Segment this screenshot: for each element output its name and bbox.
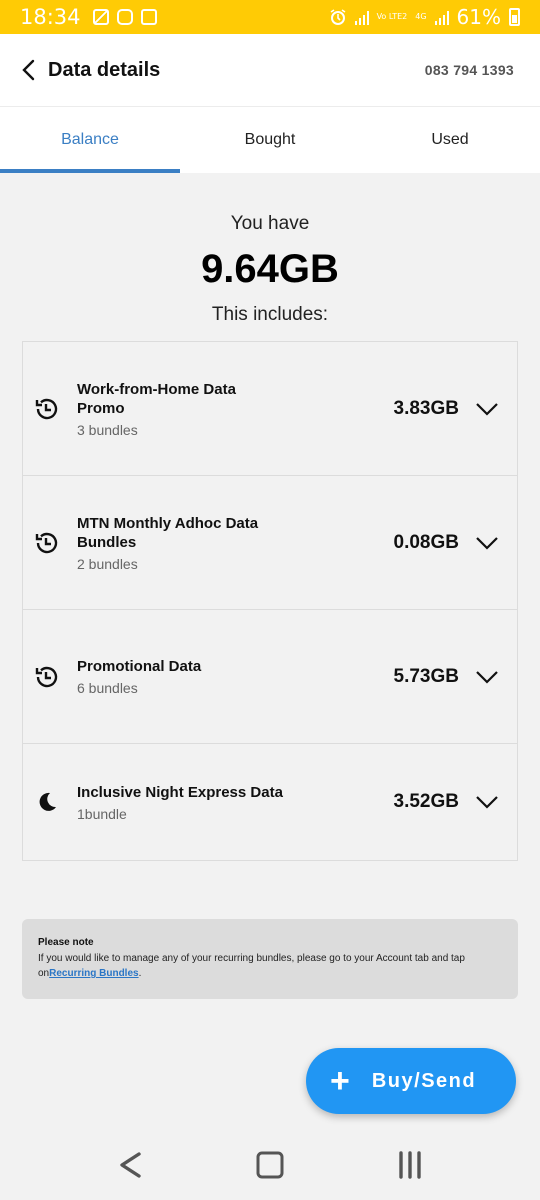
back-button[interactable] bbox=[18, 58, 38, 82]
bundle-row-mtn-monthly[interactable]: MTN Monthly Adhoc Data Bundles 2 bundles… bbox=[23, 476, 517, 610]
recurring-bundles-link[interactable]: Recurring Bundles bbox=[49, 968, 138, 979]
network-type: 4G bbox=[415, 12, 427, 21]
tab-bought[interactable]: Bought bbox=[180, 107, 360, 173]
total-balance: 9.64GB bbox=[201, 247, 339, 291]
bundle-text: Promotional Data 6 bundles bbox=[77, 657, 394, 696]
buy-send-label: Buy/Send bbox=[371, 1069, 477, 1092]
plus-icon: + bbox=[330, 1062, 350, 1100]
status-time: 18:34 bbox=[20, 5, 81, 29]
tab-balance[interactable]: Balance bbox=[0, 107, 180, 173]
you-have-label: You have bbox=[230, 213, 310, 234]
phone-number: 083 794 1393 bbox=[424, 62, 514, 78]
bundle-count: 1bundle bbox=[77, 805, 127, 822]
bundle-amount: 3.52GB bbox=[393, 791, 459, 812]
status-system-icons: Vo LTE2 4G 61% bbox=[329, 5, 520, 29]
note-title: Please note bbox=[38, 937, 94, 948]
status-notification-icons bbox=[92, 9, 157, 25]
clock-refresh-icon bbox=[33, 529, 61, 557]
chevron-left-icon bbox=[22, 59, 35, 81]
clock-refresh-icon bbox=[33, 395, 61, 423]
note-suffix: . bbox=[138, 968, 142, 979]
bundle-list: Work-from-Home Data Promo 3 bundles 3.83… bbox=[22, 341, 518, 861]
chevron-down-icon[interactable] bbox=[473, 399, 501, 419]
page-title: Data details bbox=[48, 58, 161, 81]
bundle-count: 6 bundles bbox=[77, 680, 138, 696]
clock-refresh-icon bbox=[33, 663, 61, 691]
battery-percent: 61% bbox=[456, 5, 501, 29]
gallery-icon bbox=[140, 9, 157, 25]
recurring-bundles-note: Please note If you would like to manage … bbox=[22, 919, 518, 999]
instagram-icon bbox=[116, 9, 133, 25]
battery-icon bbox=[509, 8, 520, 26]
bundle-row-night-express[interactable]: Inclusive Night Express Data 1bundle 3.5… bbox=[23, 744, 517, 860]
buy-send-button[interactable]: + Buy/Send bbox=[306, 1048, 516, 1114]
note-body: If you would like to manage any of your … bbox=[38, 951, 502, 981]
bundle-count: 3 bundles bbox=[77, 421, 138, 438]
nav-home-icon bbox=[256, 1151, 284, 1179]
bundle-text: Work-from-Home Data Promo 3 bundles bbox=[77, 380, 394, 438]
bundle-text: MTN Monthly Adhoc Data Bundles 2 bundles bbox=[77, 514, 394, 572]
nav-home-button[interactable] bbox=[250, 1145, 290, 1185]
bundle-row-promotional[interactable]: Promotional Data 6 bundles 5.73GB bbox=[23, 610, 517, 744]
nav-recents-icon bbox=[399, 1151, 421, 1179]
signal-icon-2 bbox=[434, 9, 449, 25]
bundle-name: MTN Monthly Adhoc Data Bundles bbox=[77, 514, 259, 551]
bundle-name: Work-from-Home Data Promo bbox=[77, 380, 236, 417]
bundle-name: Promotional Data bbox=[77, 658, 202, 675]
volte-label: Vo LTE2 bbox=[376, 12, 408, 21]
nav-recents-button[interactable] bbox=[390, 1145, 430, 1185]
bundle-name: Inclusive Night Express Data bbox=[77, 783, 283, 801]
tab-used[interactable]: Used bbox=[360, 107, 540, 173]
moon-icon bbox=[33, 788, 61, 816]
tab-bar: Balance Bought Used bbox=[0, 106, 540, 173]
bundle-amount: 5.73GB bbox=[393, 665, 459, 687]
no-sim-icon bbox=[92, 9, 109, 25]
chevron-down-icon[interactable] bbox=[473, 792, 501, 812]
app-header: Data details 083 794 1393 bbox=[0, 34, 540, 106]
nav-back-button[interactable] bbox=[110, 1145, 150, 1185]
includes-label: This includes: bbox=[211, 304, 329, 325]
bundle-amount: 0.08GB bbox=[393, 531, 459, 553]
signal-icon-1 bbox=[354, 9, 369, 25]
alarm-icon bbox=[330, 9, 346, 25]
system-nav-bar bbox=[0, 1130, 540, 1200]
chevron-down-icon[interactable] bbox=[473, 533, 501, 553]
bundle-amount: 3.83GB bbox=[393, 397, 459, 419]
nav-back-icon bbox=[120, 1152, 141, 1178]
balance-summary: You have 9.64GB This includes: bbox=[0, 173, 540, 326]
bundle-row-work-from-home[interactable]: Work-from-Home Data Promo 3 bundles 3.83… bbox=[23, 342, 517, 476]
bundle-count: 2 bundles bbox=[77, 555, 138, 572]
chevron-down-icon[interactable] bbox=[473, 667, 501, 687]
bundle-text: Inclusive Night Express Data 1bundle bbox=[77, 783, 394, 822]
status-bar: 18:34 Vo LTE2 4G 61% bbox=[0, 0, 540, 34]
